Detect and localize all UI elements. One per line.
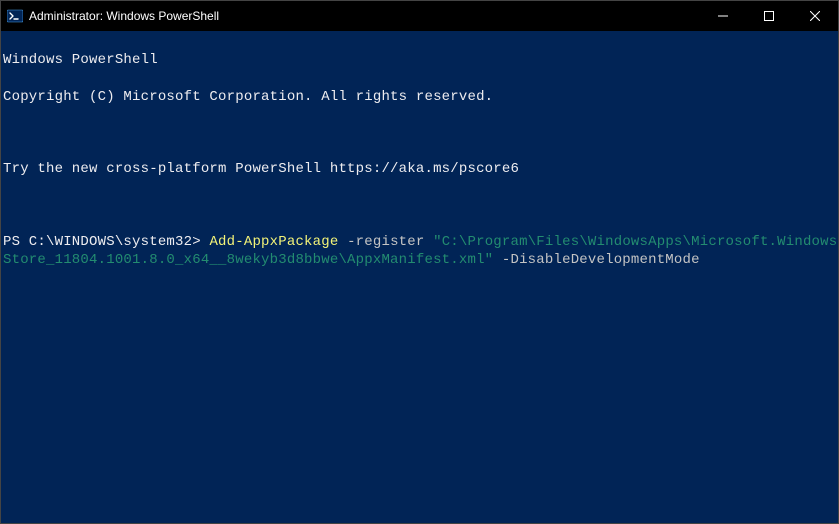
window-titlebar: Administrator: Windows PowerShell (1, 1, 838, 31)
command-line: PS C:\WINDOWS\system32> Add-AppxPackage … (3, 233, 838, 269)
blank-line (3, 124, 838, 142)
minimize-button[interactable] (700, 1, 746, 31)
banner-line: Windows PowerShell (3, 51, 838, 69)
window-controls (700, 1, 838, 31)
prompt-text: PS C:\WINDOWS\system32> (3, 234, 209, 250)
terminal-output[interactable]: Windows PowerShell Copyright (C) Microso… (1, 31, 838, 287)
blank-line (3, 197, 838, 215)
tip-line: Try the new cross-platform PowerShell ht… (3, 160, 838, 178)
cmdlet-text: Add-AppxPackage (209, 234, 338, 250)
powershell-icon (7, 8, 23, 24)
maximize-button[interactable] (746, 1, 792, 31)
param-register: -register (338, 234, 433, 250)
window-title: Administrator: Windows PowerShell (29, 9, 700, 23)
banner-line: Copyright (C) Microsoft Corporation. All… (3, 88, 838, 106)
close-button[interactable] (792, 1, 838, 31)
param-disable: -DisableDevelopmentMode (493, 252, 699, 268)
